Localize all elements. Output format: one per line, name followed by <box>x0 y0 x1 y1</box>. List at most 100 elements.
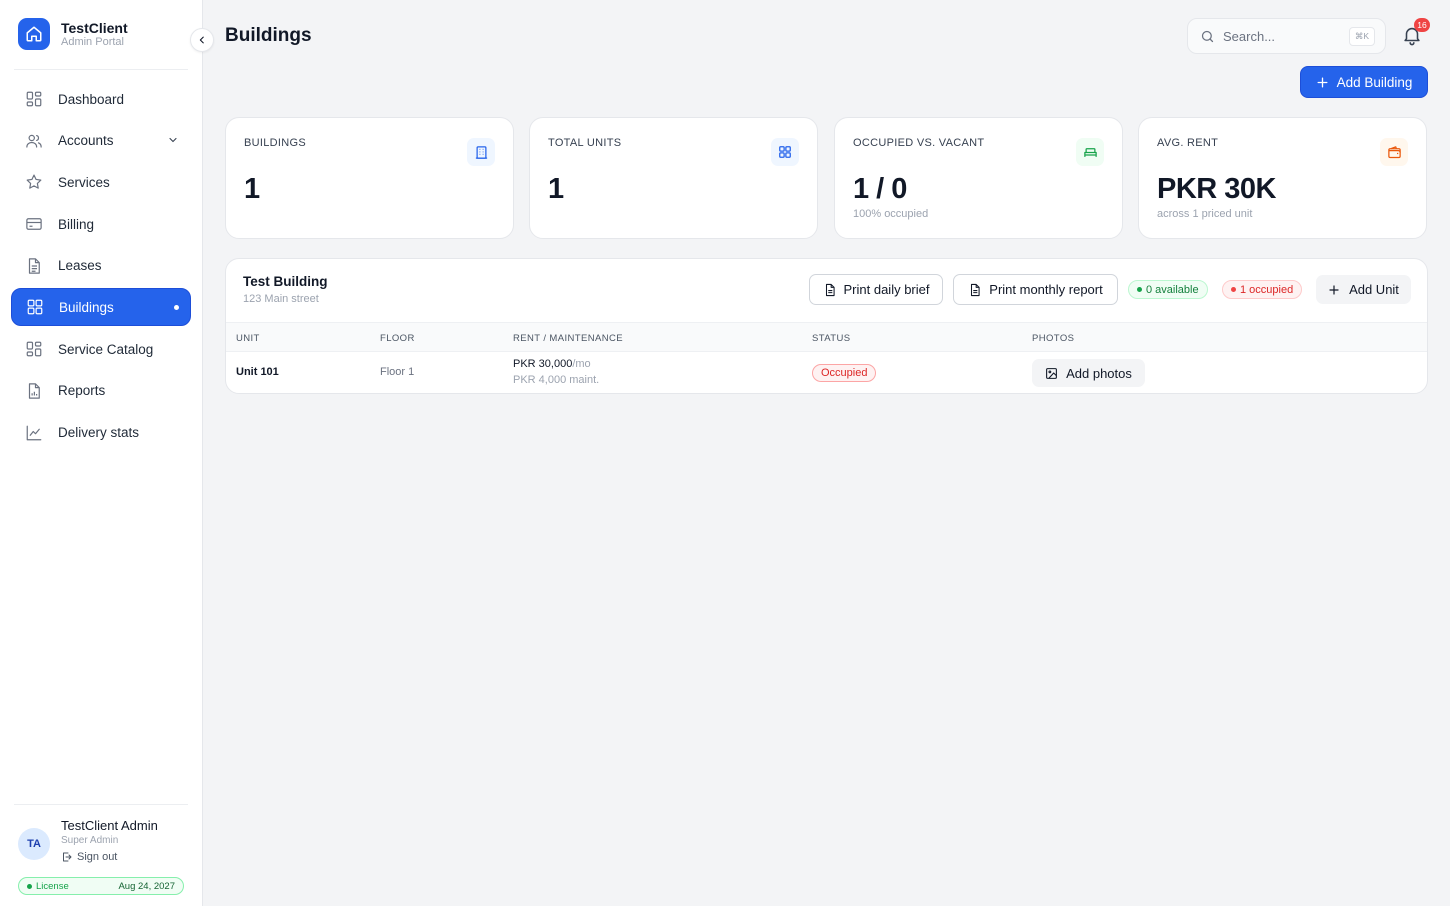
notification-badge: 16 <box>1414 18 1430 32</box>
available-badge: 0 available <box>1128 280 1208 299</box>
add-photos-button[interactable]: Add photos <box>1032 359 1145 387</box>
column-header-floor: FLOOR <box>380 333 415 344</box>
status-dot <box>1231 287 1236 292</box>
sidebar-item-label: Service Catalog <box>58 341 154 357</box>
stat-sub: across 1 priced unit <box>1157 208 1253 220</box>
brand[interactable]: TestClient Admin Portal <box>18 18 128 50</box>
stat-card-occupancy: OCCUPIED VS. VACANT 1 / 0 100% occupied <box>834 117 1123 239</box>
user-name: TestClient Admin <box>61 818 158 833</box>
dashboard-icon <box>23 88 45 110</box>
print-daily-brief-button[interactable]: Print daily brief <box>809 274 943 305</box>
unit-rent: PKR 30,000/mo <box>513 358 591 370</box>
document-icon <box>23 255 45 277</box>
users-icon <box>23 130 45 152</box>
column-header-status: STATUS <box>812 333 851 344</box>
active-indicator <box>174 305 179 311</box>
report-icon <box>23 380 45 402</box>
stat-label: AVG. RENT <box>1157 137 1219 149</box>
document-icon <box>971 283 980 296</box>
occupied-badge: 1 occupied <box>1222 280 1303 299</box>
stat-label: BUILDINGS <box>244 137 306 149</box>
unit-floor: Floor 1 <box>380 366 415 378</box>
building-icon <box>467 138 495 166</box>
stat-value: PKR 30K <box>1157 173 1277 205</box>
collapse-sidebar-button[interactable] <box>190 28 214 52</box>
building-address: 123 Main street <box>243 293 319 305</box>
sidebar-item-label: Reports <box>58 383 106 399</box>
sidebar-item-leases[interactable]: Leases <box>11 247 191 285</box>
sidebar-item-label: Delivery stats <box>58 425 140 440</box>
plus-icon <box>1317 77 1328 87</box>
print-monthly-label: Print monthly report <box>989 282 1103 297</box>
building-name: Test Building <box>243 274 328 289</box>
search-placeholder: Search... <box>1223 28 1276 44</box>
status-dot <box>27 883 32 889</box>
wallet-icon <box>1380 138 1408 166</box>
credit-card-icon <box>23 213 45 235</box>
rent-period: /mo <box>572 358 591 370</box>
search-icon <box>1201 30 1214 42</box>
sidebar: TestClient Admin Portal Dashboard Accoun… <box>0 0 203 906</box>
sidebar-item-delivery-stats[interactable]: Delivery stats <box>11 414 191 452</box>
occupied-label: 1 occupied <box>1240 283 1294 296</box>
building-panel: Test Building 123 Main street Print dail… <box>225 258 1428 394</box>
stat-label: TOTAL UNITS <box>548 137 622 149</box>
catalog-icon <box>23 338 45 360</box>
brand-subtitle: Admin Portal <box>61 35 124 48</box>
rent-amount: PKR 30,000 <box>513 358 573 370</box>
sidebar-item-reports[interactable]: Reports <box>11 372 191 410</box>
sidebar-item-label: Leases <box>58 258 102 274</box>
document-icon <box>825 283 835 296</box>
avatar: TA <box>18 828 50 860</box>
stat-card-avg-rent: AVG. RENT PKR 30K across 1 priced unit <box>1138 117 1427 239</box>
sidebar-nav: Dashboard Accounts Services Billing Leas… <box>11 80 191 455</box>
chart-icon <box>23 422 45 444</box>
plus-icon <box>1329 284 1339 295</box>
stat-value: 1 <box>244 173 260 205</box>
star-icon <box>23 171 45 193</box>
column-header-rent: RENT / MAINTENANCE <box>513 333 623 344</box>
license-date: Aug 24, 2027 <box>118 880 175 892</box>
add-building-button[interactable]: Add Building <box>1300 66 1428 98</box>
stat-label: OCCUPIED VS. VACANT <box>853 137 985 149</box>
column-header-photos: PHOTOS <box>1032 333 1075 344</box>
sidebar-item-label: Services <box>58 174 110 190</box>
status-badge: Occupied <box>812 364 877 382</box>
sign-out-label: Sign out <box>77 851 118 863</box>
print-daily-label: Print daily brief <box>843 282 930 297</box>
sidebar-item-label: Buildings <box>59 299 114 315</box>
keyboard-shortcut: ⌘K <box>1349 27 1375 46</box>
chevron-left-icon <box>199 36 204 44</box>
user-profile: TA TestClient Admin Super Admin Sign out <box>18 818 158 863</box>
add-building-label: Add Building <box>1336 74 1413 90</box>
sign-out-link[interactable]: Sign out <box>61 851 158 863</box>
search-input[interactable]: Search... ⌘K <box>1187 18 1386 54</box>
add-unit-label: Add Unit <box>1349 282 1399 297</box>
sidebar-item-billing[interactable]: Billing <box>11 205 191 243</box>
unit-name: Unit 101 <box>236 366 279 378</box>
sidebar-item-service-catalog[interactable]: Service Catalog <box>11 330 191 368</box>
brand-name: TestClient <box>61 19 128 36</box>
sidebar-item-label: Dashboard <box>58 91 125 107</box>
status-dot <box>1137 287 1142 292</box>
sidebar-item-label: Accounts <box>58 133 114 149</box>
print-monthly-report-button[interactable]: Print monthly report <box>953 274 1118 305</box>
chevron-down-icon[interactable] <box>167 134 179 149</box>
available-label: 0 available <box>1146 283 1199 296</box>
sidebar-item-buildings[interactable]: Buildings <box>11 288 191 327</box>
sidebar-item-label: Billing <box>58 216 95 232</box>
user-role: Super Admin <box>61 835 119 846</box>
page-title: Buildings <box>225 25 312 46</box>
sign-out-icon <box>63 852 72 862</box>
license-badge: License Aug 24, 2027 <box>18 877 184 895</box>
sidebar-item-dashboard[interactable]: Dashboard <box>11 80 191 118</box>
grid-icon <box>24 296 46 318</box>
divider <box>14 69 188 70</box>
table-header: UNIT FLOOR RENT / MAINTENANCE STATUS PHO… <box>226 322 1427 352</box>
add-unit-button[interactable]: Add Unit <box>1316 275 1411 304</box>
sidebar-item-accounts[interactable]: Accounts <box>11 122 191 160</box>
sidebar-item-services[interactable]: Services <box>11 163 191 201</box>
stat-card-buildings: BUILDINGS 1 <box>225 117 514 239</box>
divider <box>14 804 188 805</box>
stat-value: 1 / 0 <box>853 173 907 205</box>
